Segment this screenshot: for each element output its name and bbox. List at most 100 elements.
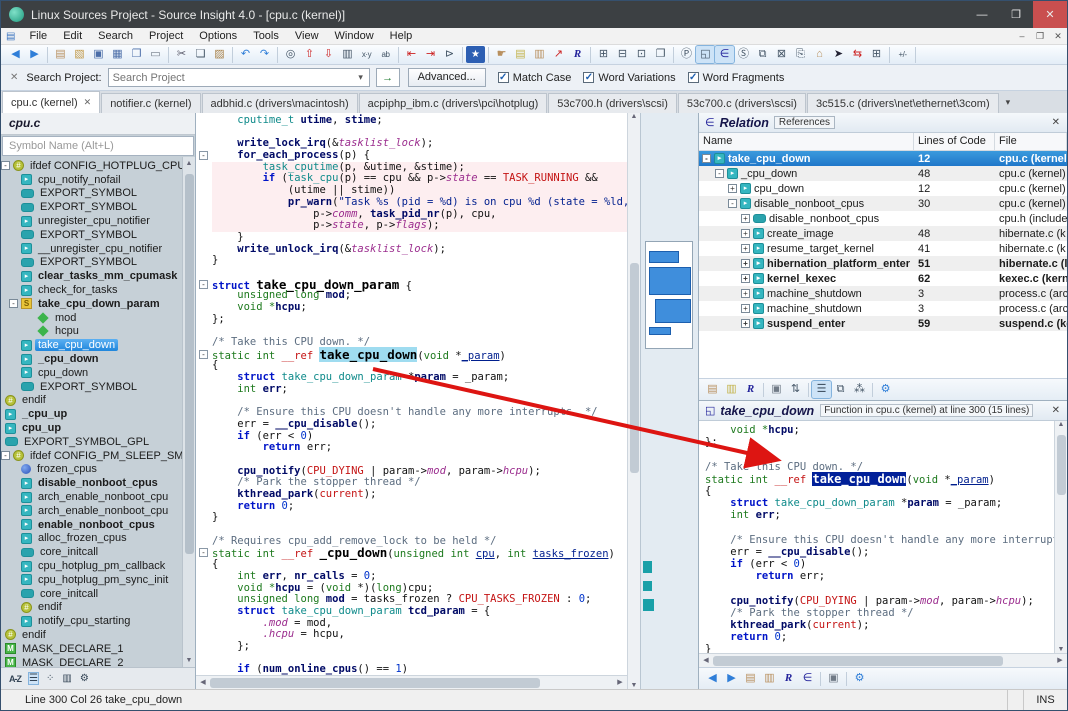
menu-search[interactable]: Search [90, 30, 141, 42]
menu-tools[interactable]: Tools [245, 30, 287, 42]
tree-item[interactable]: - # ifdef CONFIG_PM_SLEEP_SMP [1, 449, 182, 463]
relation-expand-icon[interactable]: + [741, 274, 750, 283]
ctx-hscroll-left-icon[interactable]: ◀ [699, 654, 713, 667]
advanced-button[interactable]: Advanced... [407, 68, 486, 87]
checkbox-match-case[interactable]: ✓ Match Case [497, 72, 571, 84]
fold-icon[interactable]: - [199, 151, 208, 161]
relation-expand-icon[interactable]: - [715, 169, 724, 178]
code-line[interactable]: /* Requires cpu_add_remove_lock to be he… [212, 535, 627, 548]
file-tab[interactable]: adbhid.c (drivers\macintosh) [201, 93, 358, 113]
code-line[interactable]: return err; [705, 570, 1054, 582]
relation-row[interactable]: + ▸ suspend_enter 59 suspend.c (ke [699, 316, 1067, 331]
file-tab[interactable]: acpiphp_ibm.c (drivers\pci\hotplug) [358, 93, 548, 113]
code-line[interactable]: if (num_online_cpus() == 1) [212, 663, 627, 675]
code-line[interactable]: /* Take this CPU down. */ [212, 336, 627, 349]
close-button[interactable]: ✕ [1033, 1, 1067, 28]
grid-icon[interactable]: ⊞ [867, 46, 886, 63]
code-line[interactable]: - static int __ref take_cpu_down(void *_p… [199, 346, 627, 362]
tree-item[interactable]: ▸ notify_cpu_starting [1, 614, 182, 628]
tree-item[interactable]: ▸ unregister_cpu_notifier [1, 214, 182, 228]
clip-window-icon[interactable]: ⧉ [753, 46, 772, 63]
tree-item[interactable]: EXPORT_SYMBOL [1, 228, 182, 242]
tree-item[interactable]: M MASK_DECLARE_1 [1, 642, 182, 656]
tree-item[interactable]: # endif [1, 601, 182, 615]
lock-icon[interactable]: ▣ [824, 670, 843, 687]
code-line[interactable]: }; [705, 436, 1054, 448]
code-line[interactable]: int err; [705, 509, 1054, 521]
goto-icon[interactable]: ⊳ [440, 46, 459, 63]
context-code[interactable]: void *hcpu;}; /* Take this CPU down. */s… [699, 421, 1054, 653]
relation-expand-icon[interactable]: + [741, 244, 750, 253]
tree-item[interactable]: EXPORT_SYMBOL [1, 256, 182, 270]
code-line[interactable]: /* Ensure this CPU doesn't handle any mo… [705, 534, 1054, 546]
fold-icon[interactable]: - [199, 349, 208, 359]
code-line[interactable]: static int __ref take_cpu_down(void *_pa… [705, 471, 1054, 486]
sync-icon[interactable]: ⇅ [786, 381, 805, 398]
relation-row[interactable]: - ▸ take_cpu_down 12 cpu.c (kernel [699, 151, 1067, 166]
relation-expand-icon[interactable]: + [741, 259, 750, 268]
tree-item[interactable]: M MASK_DECLARE_2 [1, 656, 182, 667]
menu-edit[interactable]: Edit [55, 30, 90, 42]
relation-expand-icon[interactable]: - [728, 199, 737, 208]
r-icon[interactable]: R [779, 670, 798, 687]
relation-expand-icon[interactable]: + [741, 229, 750, 238]
save-all-icon[interactable]: ❐ [127, 46, 146, 63]
lock-icon[interactable]: ▣ [767, 381, 786, 398]
replace-files-icon[interactable]: ab [376, 46, 395, 63]
relation-row[interactable]: + ▸ resume_target_kernel 41 hibernate.c (k [699, 241, 1067, 256]
paste-icon[interactable]: ▨ [210, 46, 229, 63]
relation-expand-icon[interactable]: - [702, 154, 711, 163]
tree-item[interactable]: ▸ cpu_up [1, 421, 182, 435]
relation-expand-icon[interactable]: + [728, 184, 737, 193]
checkbox-word-fragments[interactable]: ✓ Word Fragments [687, 72, 784, 84]
code-line[interactable]: } [212, 512, 627, 524]
relation-expand-icon[interactable]: + [741, 289, 750, 298]
checkbox-word-variations[interactable]: ✓ Word Variations [583, 72, 676, 84]
tree-graph-icon[interactable]: ⁂ [850, 381, 869, 398]
tree-item[interactable]: ▸ cpu_down [1, 366, 182, 380]
code-line[interactable] [705, 582, 1054, 594]
settings-icon[interactable]: ⚙ [876, 381, 895, 398]
relation-row[interactable]: + disable_nonboot_cpus cpu.h (include [699, 211, 1067, 226]
tree-item[interactable]: ▸ clear_tasks_mm_cpumask [1, 269, 182, 283]
tree-item[interactable]: ▸ cpu_notify_nofail [1, 173, 182, 187]
r-icon[interactable]: R [741, 381, 760, 398]
tree-item[interactable]: frozen_cpus [1, 463, 182, 477]
search-forward-icon[interactable]: ⇧ [300, 46, 319, 63]
relation-row[interactable]: - ▸ _cpu_down 48 cpu.c (kernel) [699, 166, 1067, 181]
tree-item[interactable]: EXPORT_SYMBOL [1, 187, 182, 201]
tree-item[interactable]: - # ifdef CONFIG_HOTPLUG_CPU [1, 159, 182, 173]
code-line[interactable]: write_unlock_irq(&tasklist_lock); [212, 243, 627, 256]
r-project-icon[interactable]: R [568, 46, 587, 63]
relation-expand-icon[interactable]: + [741, 214, 750, 223]
code-line[interactable]: return 0; [212, 500, 627, 513]
forward-icon[interactable]: ▶ [25, 46, 44, 63]
context-vscrollbar[interactable]: ▲ ▼ [1054, 421, 1067, 653]
prev-link-icon[interactable]: ⇤ [402, 46, 421, 63]
relation-column-header[interactable]: File [995, 133, 1067, 150]
overview-minimap[interactable] [640, 113, 698, 689]
relation-row[interactable]: + ▸ kernel_kexec 62 kexec.c (kern [699, 271, 1067, 286]
print-icon[interactable]: ▭ [146, 46, 165, 63]
books-icon[interactable]: ▥ [530, 46, 549, 63]
search-combo[interactable]: ▾ [107, 68, 370, 87]
relation-row[interactable]: - ▸ disable_nonboot_cpus 30 cpu.c (kernel) [699, 196, 1067, 211]
minimize-button[interactable]: — [965, 1, 999, 28]
tree-item[interactable]: ▸ cpu_hotplug_pm_callback [1, 559, 182, 573]
code-line[interactable]: err = __cpu_disable(); [705, 546, 1054, 558]
file-tab[interactable]: cpu.c (kernel) ✕ [2, 91, 101, 113]
settings-icon[interactable]: ⚙ [850, 670, 869, 687]
search-backward-icon[interactable]: ⇩ [319, 46, 338, 63]
tree-item[interactable]: EXPORT_SYMBOL [1, 200, 182, 214]
new-file-icon[interactable]: ▤ [51, 46, 70, 63]
tree-item[interactable]: ▸ check_for_tasks [1, 283, 182, 297]
menu-window[interactable]: Window [327, 30, 382, 42]
search-dropdown-icon[interactable]: ▾ [353, 72, 369, 83]
code-line[interactable]: }; [212, 640, 627, 653]
relation-row[interactable]: + ▸ cpu_down 12 cpu.c (kernel) [699, 181, 1067, 196]
code-line[interactable]: /* Park the stopper thread */ [705, 607, 1054, 619]
tree-expand-icon[interactable]: - [1, 161, 10, 171]
book-icon[interactable]: ▥ [62, 673, 71, 684]
code-line[interactable]: int err; [212, 383, 627, 396]
menu-file[interactable]: File [21, 30, 55, 42]
